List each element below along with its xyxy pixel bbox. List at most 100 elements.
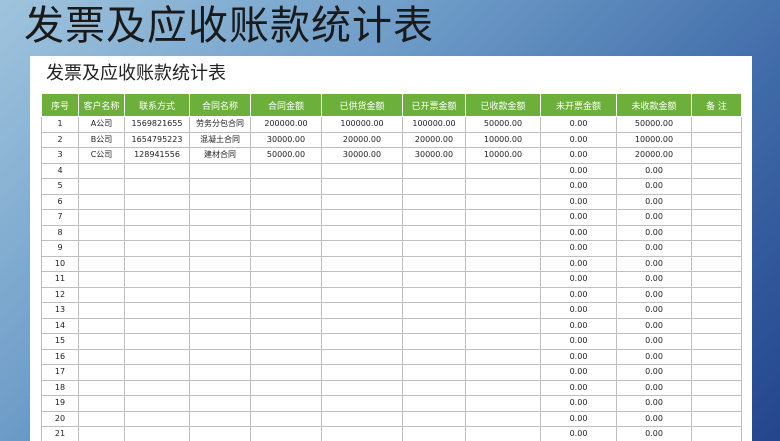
table-cell[interactable]: 0.00 [616,286,692,303]
table-cell[interactable] [189,162,251,179]
table-cell[interactable] [402,379,466,396]
column-header[interactable]: 未收款金额 [616,93,692,117]
table-cell[interactable] [691,286,742,303]
table-cell[interactable] [189,240,251,257]
table-cell[interactable] [465,379,541,396]
table-cell[interactable]: 5 [41,178,79,195]
table-cell[interactable]: 1 [41,116,79,133]
table-cell[interactable] [124,333,190,350]
column-header[interactable]: 合同名称 [189,93,251,117]
column-header[interactable]: 联系方式 [124,93,190,117]
table-cell[interactable] [402,178,466,195]
table-cell[interactable] [189,193,251,210]
table-cell[interactable] [250,224,322,241]
table-cell[interactable] [465,240,541,257]
table-cell[interactable]: 30000.00 [402,147,466,164]
table-cell[interactable] [250,364,322,381]
table-cell[interactable]: 0.00 [540,395,617,412]
table-cell[interactable] [402,193,466,210]
column-header[interactable]: 合同金额 [250,93,322,117]
table-cell[interactable] [691,209,742,226]
table-cell[interactable]: 1654795223 [124,131,190,148]
table-cell[interactable]: 20 [41,410,79,427]
table-cell[interactable]: 0.00 [540,116,617,133]
table-cell[interactable] [402,317,466,334]
table-cell[interactable] [250,379,322,396]
table-cell[interactable] [691,348,742,365]
table-cell[interactable]: 0.00 [540,224,617,241]
table-cell[interactable] [465,271,541,288]
table-cell[interactable] [402,348,466,365]
table-cell[interactable]: 0.00 [616,255,692,272]
table-cell[interactable]: 0.00 [616,379,692,396]
table-cell[interactable] [250,178,322,195]
column-header[interactable]: 未开票金额 [540,93,617,117]
table-cell[interactable] [465,209,541,226]
table-cell[interactable] [250,395,322,412]
table-cell[interactable]: 50000.00 [616,116,692,133]
table-cell[interactable]: B公司 [78,131,125,148]
table-cell[interactable] [124,317,190,334]
table-cell[interactable] [124,178,190,195]
table-cell[interactable]: 0.00 [540,333,617,350]
table-cell[interactable]: 0.00 [616,162,692,179]
table-cell[interactable] [465,333,541,350]
table-cell[interactable] [691,395,742,412]
table-cell[interactable] [402,286,466,303]
column-header[interactable]: 已收款金额 [465,93,541,117]
table-cell[interactable]: 20000.00 [402,131,466,148]
table-cell[interactable] [402,240,466,257]
table-cell[interactable]: 0.00 [540,162,617,179]
table-cell[interactable] [691,240,742,257]
table-cell[interactable] [250,333,322,350]
table-cell[interactable]: 混凝土合同 [189,131,251,148]
table-cell[interactable] [321,410,403,427]
table-cell[interactable] [189,317,251,334]
table-cell[interactable]: 0.00 [616,410,692,427]
table-cell[interactable] [250,271,322,288]
table-cell[interactable] [321,286,403,303]
table-cell[interactable] [691,271,742,288]
column-header[interactable]: 备 注 [691,93,742,117]
table-cell[interactable] [465,364,541,381]
table-cell[interactable] [465,410,541,427]
table-cell[interactable]: 7 [41,209,79,226]
table-cell[interactable] [691,162,742,179]
table-cell[interactable]: 0.00 [616,209,692,226]
table-cell[interactable] [189,224,251,241]
table-cell[interactable]: 劳务分包合同 [189,116,251,133]
table-cell[interactable] [402,224,466,241]
table-cell[interactable] [78,364,125,381]
table-cell[interactable] [78,333,125,350]
table-cell[interactable] [321,162,403,179]
table-cell[interactable] [465,178,541,195]
table-cell[interactable] [78,426,125,441]
table-cell[interactable] [189,271,251,288]
table-cell[interactable]: 6 [41,193,79,210]
table-cell[interactable] [402,426,466,441]
table-cell[interactable] [124,209,190,226]
table-cell[interactable]: 0.00 [616,333,692,350]
table-cell[interactable] [78,348,125,365]
table-cell[interactable] [78,224,125,241]
table-cell[interactable]: 19 [41,395,79,412]
table-cell[interactable] [189,286,251,303]
table-cell[interactable] [321,302,403,319]
table-cell[interactable] [78,178,125,195]
table-cell[interactable] [402,209,466,226]
table-cell[interactable] [124,395,190,412]
table-cell[interactable] [691,317,742,334]
table-cell[interactable] [78,162,125,179]
table-cell[interactable] [691,116,742,133]
column-header[interactable]: 已开票金额 [402,93,466,117]
table-cell[interactable]: 11 [41,271,79,288]
table-cell[interactable] [402,364,466,381]
table-cell[interactable] [691,410,742,427]
table-cell[interactable]: 0.00 [540,364,617,381]
table-cell[interactable] [78,286,125,303]
table-cell[interactable]: 9 [41,240,79,257]
table-cell[interactable] [321,364,403,381]
table-cell[interactable]: 0.00 [540,379,617,396]
table-cell[interactable]: 0.00 [616,302,692,319]
table-cell[interactable] [691,224,742,241]
